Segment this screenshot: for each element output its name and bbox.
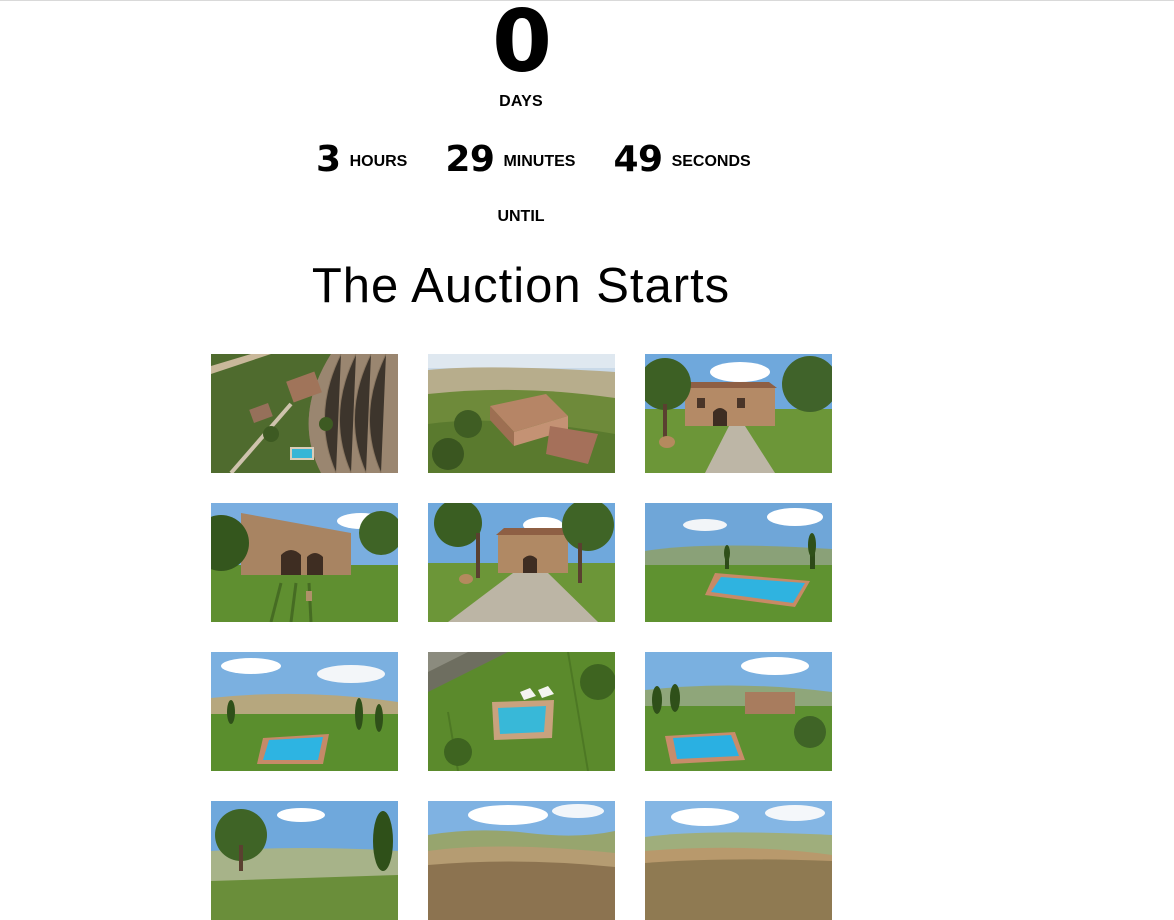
- photo-valley-panorama[interactable]: [645, 801, 832, 920]
- photo-countryside-tree[interactable]: [211, 801, 398, 920]
- countdown-hours-value: 3: [316, 139, 341, 180]
- photo-villa-lawn-trees[interactable]: [211, 503, 398, 622]
- countdown-seconds-label: SECONDS: [671, 153, 751, 170]
- countdown-minutes-label: MINUTES: [503, 153, 576, 170]
- countdown-minutes: 29 MINUTES: [445, 138, 575, 182]
- photo-pool-panorama[interactable]: [211, 652, 398, 771]
- countdown-hours: 3 HOURS: [316, 138, 407, 182]
- photo-villa-gravel-path[interactable]: [428, 503, 615, 622]
- photo-villa-front-driveway[interactable]: [645, 354, 832, 473]
- countdown-hours-label: HOURS: [349, 153, 408, 170]
- countdown-units: 3 HOURS 29 MINUTES 49 SECONDS: [316, 138, 756, 182]
- photo-pool-villa-view[interactable]: [645, 652, 832, 771]
- photo-gallery: [211, 354, 832, 920]
- countdown-days-label: DAYS: [499, 93, 543, 110]
- countdown-seconds: 49 SECONDS: [613, 138, 750, 182]
- photo-pool-hills-cypress[interactable]: [645, 503, 832, 622]
- countdown-until-label: UNTIL: [497, 208, 545, 225]
- photo-aerial-pool-garden[interactable]: [428, 652, 615, 771]
- countdown-seconds-value: 49: [613, 139, 663, 180]
- photo-aerial-farmhouse-fields[interactable]: [211, 354, 398, 473]
- event-title: The Auction Starts: [311, 259, 731, 313]
- photo-rolling-hills[interactable]: [428, 801, 615, 920]
- countdown-days-value: 0: [492, 0, 552, 92]
- countdown-minutes-value: 29: [445, 139, 495, 180]
- photo-aerial-villa-hills[interactable]: [428, 354, 615, 473]
